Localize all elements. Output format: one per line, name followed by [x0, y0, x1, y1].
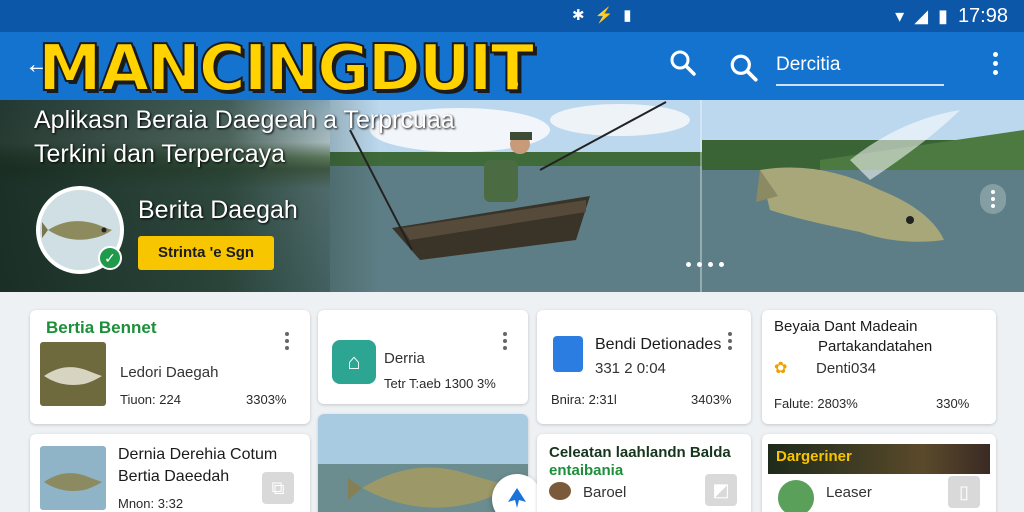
card-title-2: Bertia Daeedah [118, 468, 230, 485]
app-logo-text: MANCINGDUIT [37, 32, 535, 106]
nfc-icon: ✱ [572, 7, 585, 24]
bookmark-button[interactable]: ◩ [705, 474, 737, 506]
card-title: Dernia Derehia Cotum [118, 446, 278, 463]
status-right: ▾ ◢ ▮ 17:98 [895, 5, 1008, 28]
card-meta-right: 330% [936, 396, 970, 411]
status-bar: ✱ ⚡ ▮ ▾ ◢ ▮ 17:98 [0, 0, 1024, 32]
hero-banner[interactable]: Aplikasn Beraia Daegeah a Terprcuaa Terk… [0, 100, 1024, 292]
news-card[interactable]: Bendi Detionades 331 2 0:04 Bnira: 2:31l… [537, 310, 751, 424]
card-menu-icon[interactable] [282, 332, 292, 353]
profile-name: Berita Daegah [138, 196, 298, 224]
card-meta-left: Bnira: 2:31l [551, 392, 617, 407]
card-meta-right: 3403% [691, 392, 732, 407]
app-icon: ⌂ [332, 340, 376, 384]
card-meta: Mnon: 3:32 [118, 496, 184, 511]
card-subtitle: Ledori Daegah [120, 364, 219, 381]
registered-mark-icon: ® [508, 76, 519, 92]
card-menu-icon[interactable] [725, 332, 735, 353]
card-menu-icon[interactable] [500, 332, 510, 353]
card-subtitle: Baroel [583, 484, 627, 501]
battery-icon: ▮ [938, 6, 948, 26]
scroll-up-button[interactable] [492, 474, 542, 512]
card-title-2: entaibania [549, 462, 624, 479]
news-card[interactable]: Bertia Bennet Ledori Daegah Tiuon: 224 3… [30, 310, 310, 424]
hero-menu-icon[interactable] [980, 184, 1006, 214]
save-button[interactable]: ▯ [948, 476, 980, 508]
card-title: Derria [384, 350, 425, 367]
news-card[interactable]: Beyaia Dant Madeain Partakandatahen ✿ De… [762, 310, 996, 424]
card-title-2: Partakandatahen [818, 338, 933, 355]
card-meta-left: Falute: 2803% [774, 396, 858, 411]
card-meta-left: Tiuon: 224 [120, 392, 181, 407]
card-title: Bendi Detionades [595, 336, 722, 353]
bait-icon [549, 482, 571, 500]
app-bar: ← MANCINGDUIT ® Dercitia [0, 32, 1024, 105]
card-title: Beyaia Dant Madeain [774, 318, 918, 335]
card-banner-label: Dargeriner [776, 448, 852, 465]
doc-icon [553, 336, 583, 372]
wifi-icon: ▾ [895, 6, 905, 26]
search-icon[interactable] [668, 48, 698, 78]
card-subtitle: 331 2 0:04 [595, 360, 666, 377]
status-notification-icons: ✱ ⚡ ▮ [572, 6, 632, 24]
avatar [776, 478, 816, 512]
card-title: Bertia Bennet [46, 318, 157, 337]
news-card[interactable]: Celeatan laahlandn Balda entaibania Baro… [537, 434, 751, 512]
card-subtitle: Denti034 [816, 360, 877, 377]
news-card[interactable]: ⌂ Derria Tetr T:aeb 1300 3% [318, 310, 528, 404]
signal-icon: ◢ [914, 6, 929, 26]
sim-icon: ▮ [623, 7, 632, 24]
sticker-icon: ✿ [774, 360, 788, 377]
card-meta-right: 3303% [246, 392, 287, 407]
card-subtitle: Leaser [826, 484, 872, 501]
card-title: Celeatan laahlandn Balda [549, 444, 731, 461]
clock: 17:98 [957, 5, 1008, 27]
hero-tagline-2: Terkini dan Terpercaya [34, 140, 286, 168]
carousel-indicator[interactable] [686, 262, 724, 267]
subscribe-button[interactable]: Strinta 'e Sgn [138, 236, 274, 270]
fish-thumbnail [40, 446, 106, 510]
search-field-icon[interactable] [728, 52, 760, 84]
hero-tagline: Aplikasn Beraia Daegeah a Terprcuaa [34, 106, 455, 134]
card-meta: Tetr T:aeb 1300 3% [384, 376, 496, 391]
search-input[interactable]: Dercitia [776, 50, 944, 86]
verified-badge-icon: ✓ [98, 246, 122, 270]
news-card[interactable]: Dernia Derehia Cotum Bertia Daeedah Mnon… [30, 434, 310, 512]
signal-boost-icon: ⚡ [594, 7, 614, 24]
overflow-menu-icon[interactable] [986, 52, 1004, 80]
share-button[interactable]: ⧉ [262, 472, 294, 504]
news-card[interactable]: Dargeriner Leaser ▯ [762, 434, 996, 512]
fish-thumbnail [40, 342, 106, 406]
